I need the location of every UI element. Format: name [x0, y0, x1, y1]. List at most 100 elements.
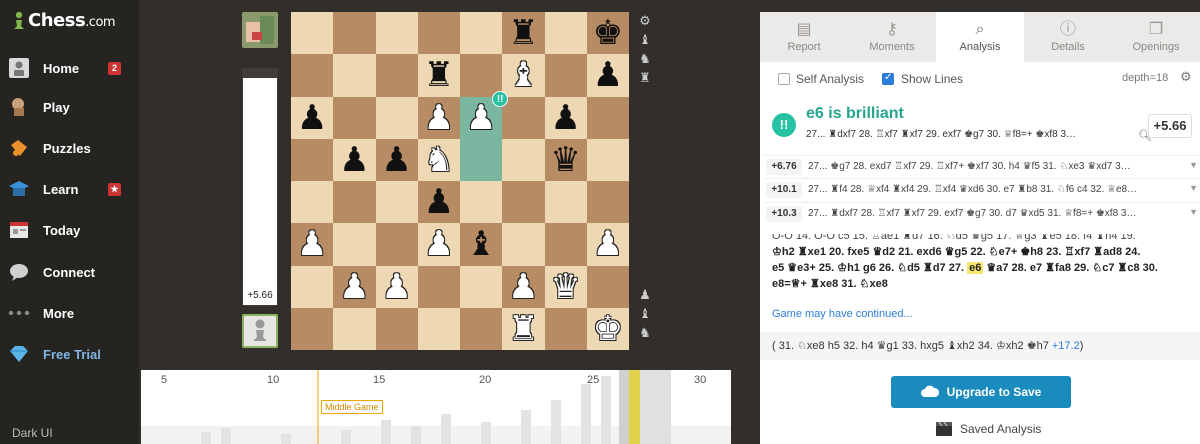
board-square[interactable]: [375, 223, 418, 266]
board-square[interactable]: [544, 307, 587, 350]
board-square[interactable]: ♝: [460, 223, 503, 266]
tab-details[interactable]: ⓘ Details: [1024, 12, 1112, 62]
black-pawn[interactable]: ♟: [297, 101, 327, 135]
show-lines-checkbox[interactable]: [882, 72, 894, 85]
board-square[interactable]: [586, 265, 629, 308]
flip-bishop-icon[interactable]: ♝: [637, 33, 653, 49]
board-square[interactable]: ♟: [586, 54, 629, 97]
board-square[interactable]: ♛: [544, 265, 587, 308]
board-square[interactable]: [460, 181, 503, 224]
variation-line[interactable]: ( 31. ♘xe8 h5 32. h4 ♛g1 33. hxg5 ♝xh2 3…: [760, 332, 1200, 360]
sidebar-item-home[interactable]: Home 2: [0, 50, 139, 86]
board-square[interactable]: [291, 181, 334, 224]
white-knight[interactable]: ♞: [424, 143, 454, 177]
black-pawn[interactable]: ♟: [381, 143, 411, 177]
board-square[interactable]: ♟: [375, 138, 418, 181]
white-pawn[interactable]: ♟: [466, 101, 496, 135]
knight-icon[interactable]: ♞: [637, 52, 653, 68]
self-analysis-checkbox[interactable]: [778, 73, 790, 85]
black-pawn[interactable]: ♟: [550, 101, 580, 135]
board-square[interactable]: ♚: [586, 307, 629, 350]
board-square[interactable]: [375, 54, 418, 97]
board-square[interactable]: [502, 138, 545, 181]
board-square[interactable]: [291, 54, 334, 97]
settings-gear-icon[interactable]: ⚙: [1180, 70, 1192, 85]
board-square[interactable]: [544, 54, 587, 97]
game-continued-link[interactable]: Game may have continued...: [772, 308, 913, 320]
black-queen[interactable]: ♛: [550, 143, 580, 177]
white-king[interactable]: ♚: [593, 312, 623, 346]
board-square[interactable]: ♟: [417, 96, 460, 139]
sidebar-item-free-trial[interactable]: Free Trial: [0, 336, 139, 372]
sidebar-item-more[interactable]: More: [0, 295, 139, 331]
pawns-icon[interactable]: ♟: [637, 288, 653, 304]
board-square[interactable]: [375, 181, 418, 224]
sidebar-item-today[interactable]: Today: [0, 212, 139, 248]
board-square[interactable]: [586, 96, 629, 139]
board-square[interactable]: [502, 181, 545, 224]
board-square[interactable]: ♜: [417, 54, 460, 97]
board-square[interactable]: ♟: [375, 265, 418, 308]
knights-icon[interactable]: ♞: [637, 326, 653, 342]
black-bishop[interactable]: ♝: [466, 227, 496, 261]
board-square[interactable]: [333, 223, 376, 266]
engine-line[interactable]: +6.76 27... ♚g7 28. exd7 ♖xf7 29. ♖xf7+ …: [764, 155, 1200, 177]
board-square[interactable]: ♝: [502, 54, 545, 97]
player-avatar[interactable]: [242, 314, 278, 348]
engine-line[interactable]: +10.3 27... ♜dxf7 28. ♖xf7 ♜xf7 29. exf7…: [764, 202, 1200, 224]
board-square[interactable]: ♟: [502, 265, 545, 308]
board-square[interactable]: ♜: [502, 307, 545, 350]
board-square[interactable]: [375, 12, 418, 55]
board-square[interactable]: [460, 265, 503, 308]
tab-openings[interactable]: ❒ Openings: [1112, 12, 1200, 62]
board-square[interactable]: [333, 181, 376, 224]
board-square[interactable]: ♟: [544, 96, 587, 139]
board-square[interactable]: [375, 307, 418, 350]
move-list[interactable]: O-O 14. O-O c5 15. ♖ae1 ♜d7 16. ♘d5 ♛g5 …: [772, 234, 1192, 292]
board-square[interactable]: ♟!!: [460, 90, 509, 139]
game-timeline-graph[interactable]: 5 10 15 20 25 30 Middle Game: [141, 370, 731, 444]
black-pawn[interactable]: ♟: [424, 185, 454, 219]
board-square[interactable]: ♟: [291, 96, 334, 139]
board-square[interactable]: [460, 54, 503, 97]
expand-caret-icon[interactable]: ▼: [1189, 207, 1198, 217]
black-rook[interactable]: ♜: [508, 16, 538, 50]
board-square[interactable]: [333, 54, 376, 97]
white-pawn[interactable]: ♟: [593, 227, 623, 261]
sidebar-item-connect[interactable]: Connect: [0, 254, 139, 290]
board-square[interactable]: ♜: [502, 12, 545, 55]
white-rook[interactable]: ♜: [508, 312, 538, 346]
board-square[interactable]: ♟: [291, 223, 334, 266]
upgrade-to-save-button[interactable]: Upgrade to Save: [891, 376, 1071, 408]
white-queen[interactable]: ♛: [550, 270, 580, 304]
white-pawn[interactable]: ♟: [424, 101, 454, 135]
board-square[interactable]: [417, 307, 460, 350]
board-square[interactable]: ♟: [417, 181, 460, 224]
board-square[interactable]: [460, 138, 503, 181]
board-square[interactable]: [291, 307, 334, 350]
board-square[interactable]: [502, 96, 545, 139]
board-square[interactable]: ♟: [333, 138, 376, 181]
white-bishop[interactable]: ♝: [508, 58, 538, 92]
bishop-icon[interactable]: ♝: [637, 307, 653, 323]
board-square[interactable]: [460, 12, 503, 55]
board-square[interactable]: [291, 12, 334, 55]
chess-logo[interactable]: Chess.com: [12, 10, 116, 31]
board-square[interactable]: [333, 96, 376, 139]
tab-report[interactable]: ▤ Report: [760, 12, 848, 62]
expand-caret-icon[interactable]: ▼: [1189, 160, 1198, 170]
board-square[interactable]: [291, 138, 334, 181]
rook-icon[interactable]: ♜: [637, 71, 653, 87]
current-move[interactable]: e6: [967, 262, 984, 274]
board-square[interactable]: [333, 307, 376, 350]
settings-gear-icon[interactable]: ⚙: [637, 14, 653, 30]
board-square[interactable]: ♞: [417, 138, 460, 181]
board-square[interactable]: ♟: [417, 223, 460, 266]
board-square[interactable]: ♟: [586, 223, 629, 266]
saved-analysis-link[interactable]: Saved Analysis: [936, 422, 1041, 436]
board-square[interactable]: ♟: [333, 265, 376, 308]
black-pawn[interactable]: ♟: [593, 58, 623, 92]
board-square[interactable]: [333, 12, 376, 55]
board-square[interactable]: ♚: [586, 12, 629, 55]
board-square[interactable]: ♛: [544, 138, 587, 181]
